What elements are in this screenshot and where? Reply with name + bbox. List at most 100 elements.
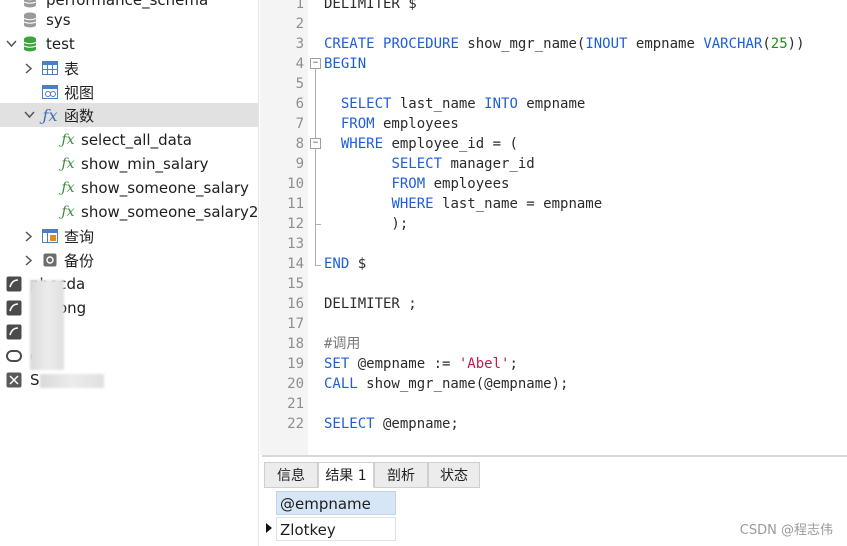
tree-item-queries[interactable]: 查询: [0, 224, 258, 248]
code-line[interactable]: #调用: [324, 334, 360, 354]
grid-cell[interactable]: Zlotkey: [276, 517, 396, 541]
tree-item-function[interactable]: ƒx show_min_salary: [0, 152, 258, 176]
connection-icon: [6, 276, 22, 292]
database-icon: [22, 0, 38, 8]
function-folder-icon: ƒx: [42, 105, 58, 125]
line-number: 6: [295, 96, 304, 112]
line-number: 2: [295, 16, 304, 32]
line-number: 21: [287, 396, 304, 412]
line-number: 9: [295, 156, 304, 172]
column-header[interactable]: @empname: [276, 491, 396, 515]
tree-item-label: show_min_salary: [81, 155, 209, 173]
code-line[interactable]: FROM employees: [324, 174, 509, 194]
chevron-down-icon[interactable]: [22, 108, 36, 122]
code-line[interactable]: WHERE employee_id = (: [324, 134, 518, 154]
line-number: 11: [287, 196, 304, 212]
line-number: 15: [287, 276, 304, 292]
chevron-right-icon[interactable]: [22, 61, 36, 75]
tree-item-tables[interactable]: 表: [0, 56, 258, 80]
tree-connection[interactable]: S: [0, 368, 258, 392]
row-pointer-icon: [266, 523, 272, 533]
connection-sqlserver-icon: [6, 372, 22, 388]
tab-info[interactable]: 信息: [264, 462, 318, 488]
tab-profile[interactable]: 剖析: [374, 462, 428, 488]
line-number: 20: [287, 376, 304, 392]
code-line[interactable]: SELECT last_name INTO empname: [324, 94, 585, 114]
chevron-right-icon[interactable]: [22, 229, 36, 243]
line-number-gutter: 1 2 3 4 5 6 7 8 9 10 11 12 13 14 15 16 1…: [260, 0, 308, 455]
tab-result-1[interactable]: 结果 1: [318, 462, 374, 488]
code-line[interactable]: CREATE PROCEDURE show_mgr_name(INOUT emp…: [324, 34, 805, 54]
function-icon: ƒx: [61, 180, 75, 196]
code-line[interactable]: CALL show_mgr_name(@empname);: [324, 374, 568, 394]
object-tree[interactable]: performance_schema sys test 表 视图 ƒx 函数 ƒ…: [0, 0, 259, 546]
line-number: 12: [287, 216, 304, 232]
line-number: 10: [287, 176, 304, 192]
tree-item-functions[interactable]: ƒx 函数: [0, 103, 258, 127]
line-number: 14: [287, 256, 304, 272]
chevron-down-icon[interactable]: [4, 37, 18, 51]
tree-item-function[interactable]: ƒx show_someone_salary2: [0, 200, 259, 224]
code-line[interactable]: END $: [324, 254, 366, 274]
fold-toggle-icon[interactable]: −: [310, 58, 321, 69]
code-line[interactable]: DELIMITER $: [324, 0, 417, 14]
tree-item-label: select_all_data: [81, 131, 192, 149]
code-line[interactable]: SELECT manager_id: [324, 154, 534, 174]
tree-item-label: 函数: [64, 106, 95, 125]
database-icon: [22, 12, 38, 28]
connection-icon: [6, 300, 22, 316]
line-number: 22: [287, 416, 304, 432]
line-number: 1: [295, 0, 304, 12]
tree-item-sys[interactable]: sys: [0, 8, 258, 32]
tree-item-test[interactable]: test: [0, 32, 258, 56]
connection-oracle-icon: [6, 348, 22, 364]
line-number: 17: [287, 316, 304, 332]
table-icon: [42, 60, 58, 76]
code-line[interactable]: SET @empname := 'Abel';: [324, 354, 518, 374]
line-number: 8: [295, 136, 304, 152]
sql-editor[interactable]: 1 2 3 4 5 6 7 8 9 10 11 12 13 14 15 16 1…: [260, 0, 847, 455]
connection-icon: [6, 324, 22, 340]
tree-item-backups[interactable]: 备份: [0, 248, 258, 272]
function-icon: ƒx: [61, 156, 75, 172]
line-number: 3: [295, 36, 304, 52]
tree-item-label: 备份: [64, 251, 95, 270]
redaction-block: [30, 280, 64, 370]
code-line[interactable]: DELIMITER ;: [324, 294, 417, 314]
function-icon: ƒx: [61, 132, 75, 148]
line-number: 4: [295, 56, 304, 72]
code-line[interactable]: WHERE last_name = empname: [324, 194, 602, 214]
fold-end: [315, 224, 321, 225]
fold-end: [315, 265, 321, 266]
code-line[interactable]: BEGIN: [324, 54, 366, 74]
tree-item-label: S: [30, 371, 40, 389]
line-number: 7: [295, 116, 304, 132]
backup-icon: [42, 252, 58, 268]
tree-item-label: show_someone_salary2: [81, 203, 259, 221]
tree-item-label: test: [46, 35, 75, 53]
database-icon: [22, 36, 38, 52]
tree-item-views[interactable]: 视图: [0, 80, 258, 104]
code-line[interactable]: FROM employees: [324, 114, 459, 134]
line-number: 18: [287, 336, 304, 352]
chevron-right-icon[interactable]: [22, 253, 36, 267]
line-number: 13: [287, 236, 304, 252]
tree-item-label: sys: [46, 11, 71, 29]
function-icon: ƒx: [61, 204, 75, 220]
tree-item-label: 表: [64, 59, 80, 78]
line-number: 16: [287, 296, 304, 312]
code-line[interactable]: );: [324, 214, 408, 234]
tree-item-label: 视图: [64, 83, 95, 102]
fold-toggle-icon[interactable]: −: [310, 138, 321, 149]
code-line[interactable]: SELECT @empname;: [324, 414, 459, 434]
line-number: 19: [287, 356, 304, 372]
tree-item-function[interactable]: ƒx select_all_data: [0, 128, 258, 152]
watermark: CSDN @程志伟: [739, 523, 833, 538]
result-panel: 信息 结果 1 剖析 状态 @empname Zlotkey CSDN @程志伟: [262, 455, 847, 546]
view-icon: [42, 84, 58, 100]
tab-status[interactable]: 状态: [428, 462, 480, 488]
line-number: 5: [295, 76, 304, 92]
redaction-block: [40, 374, 104, 388]
tree-item-function[interactable]: ƒx show_someone_salary: [0, 176, 258, 200]
query-icon: [42, 228, 58, 244]
